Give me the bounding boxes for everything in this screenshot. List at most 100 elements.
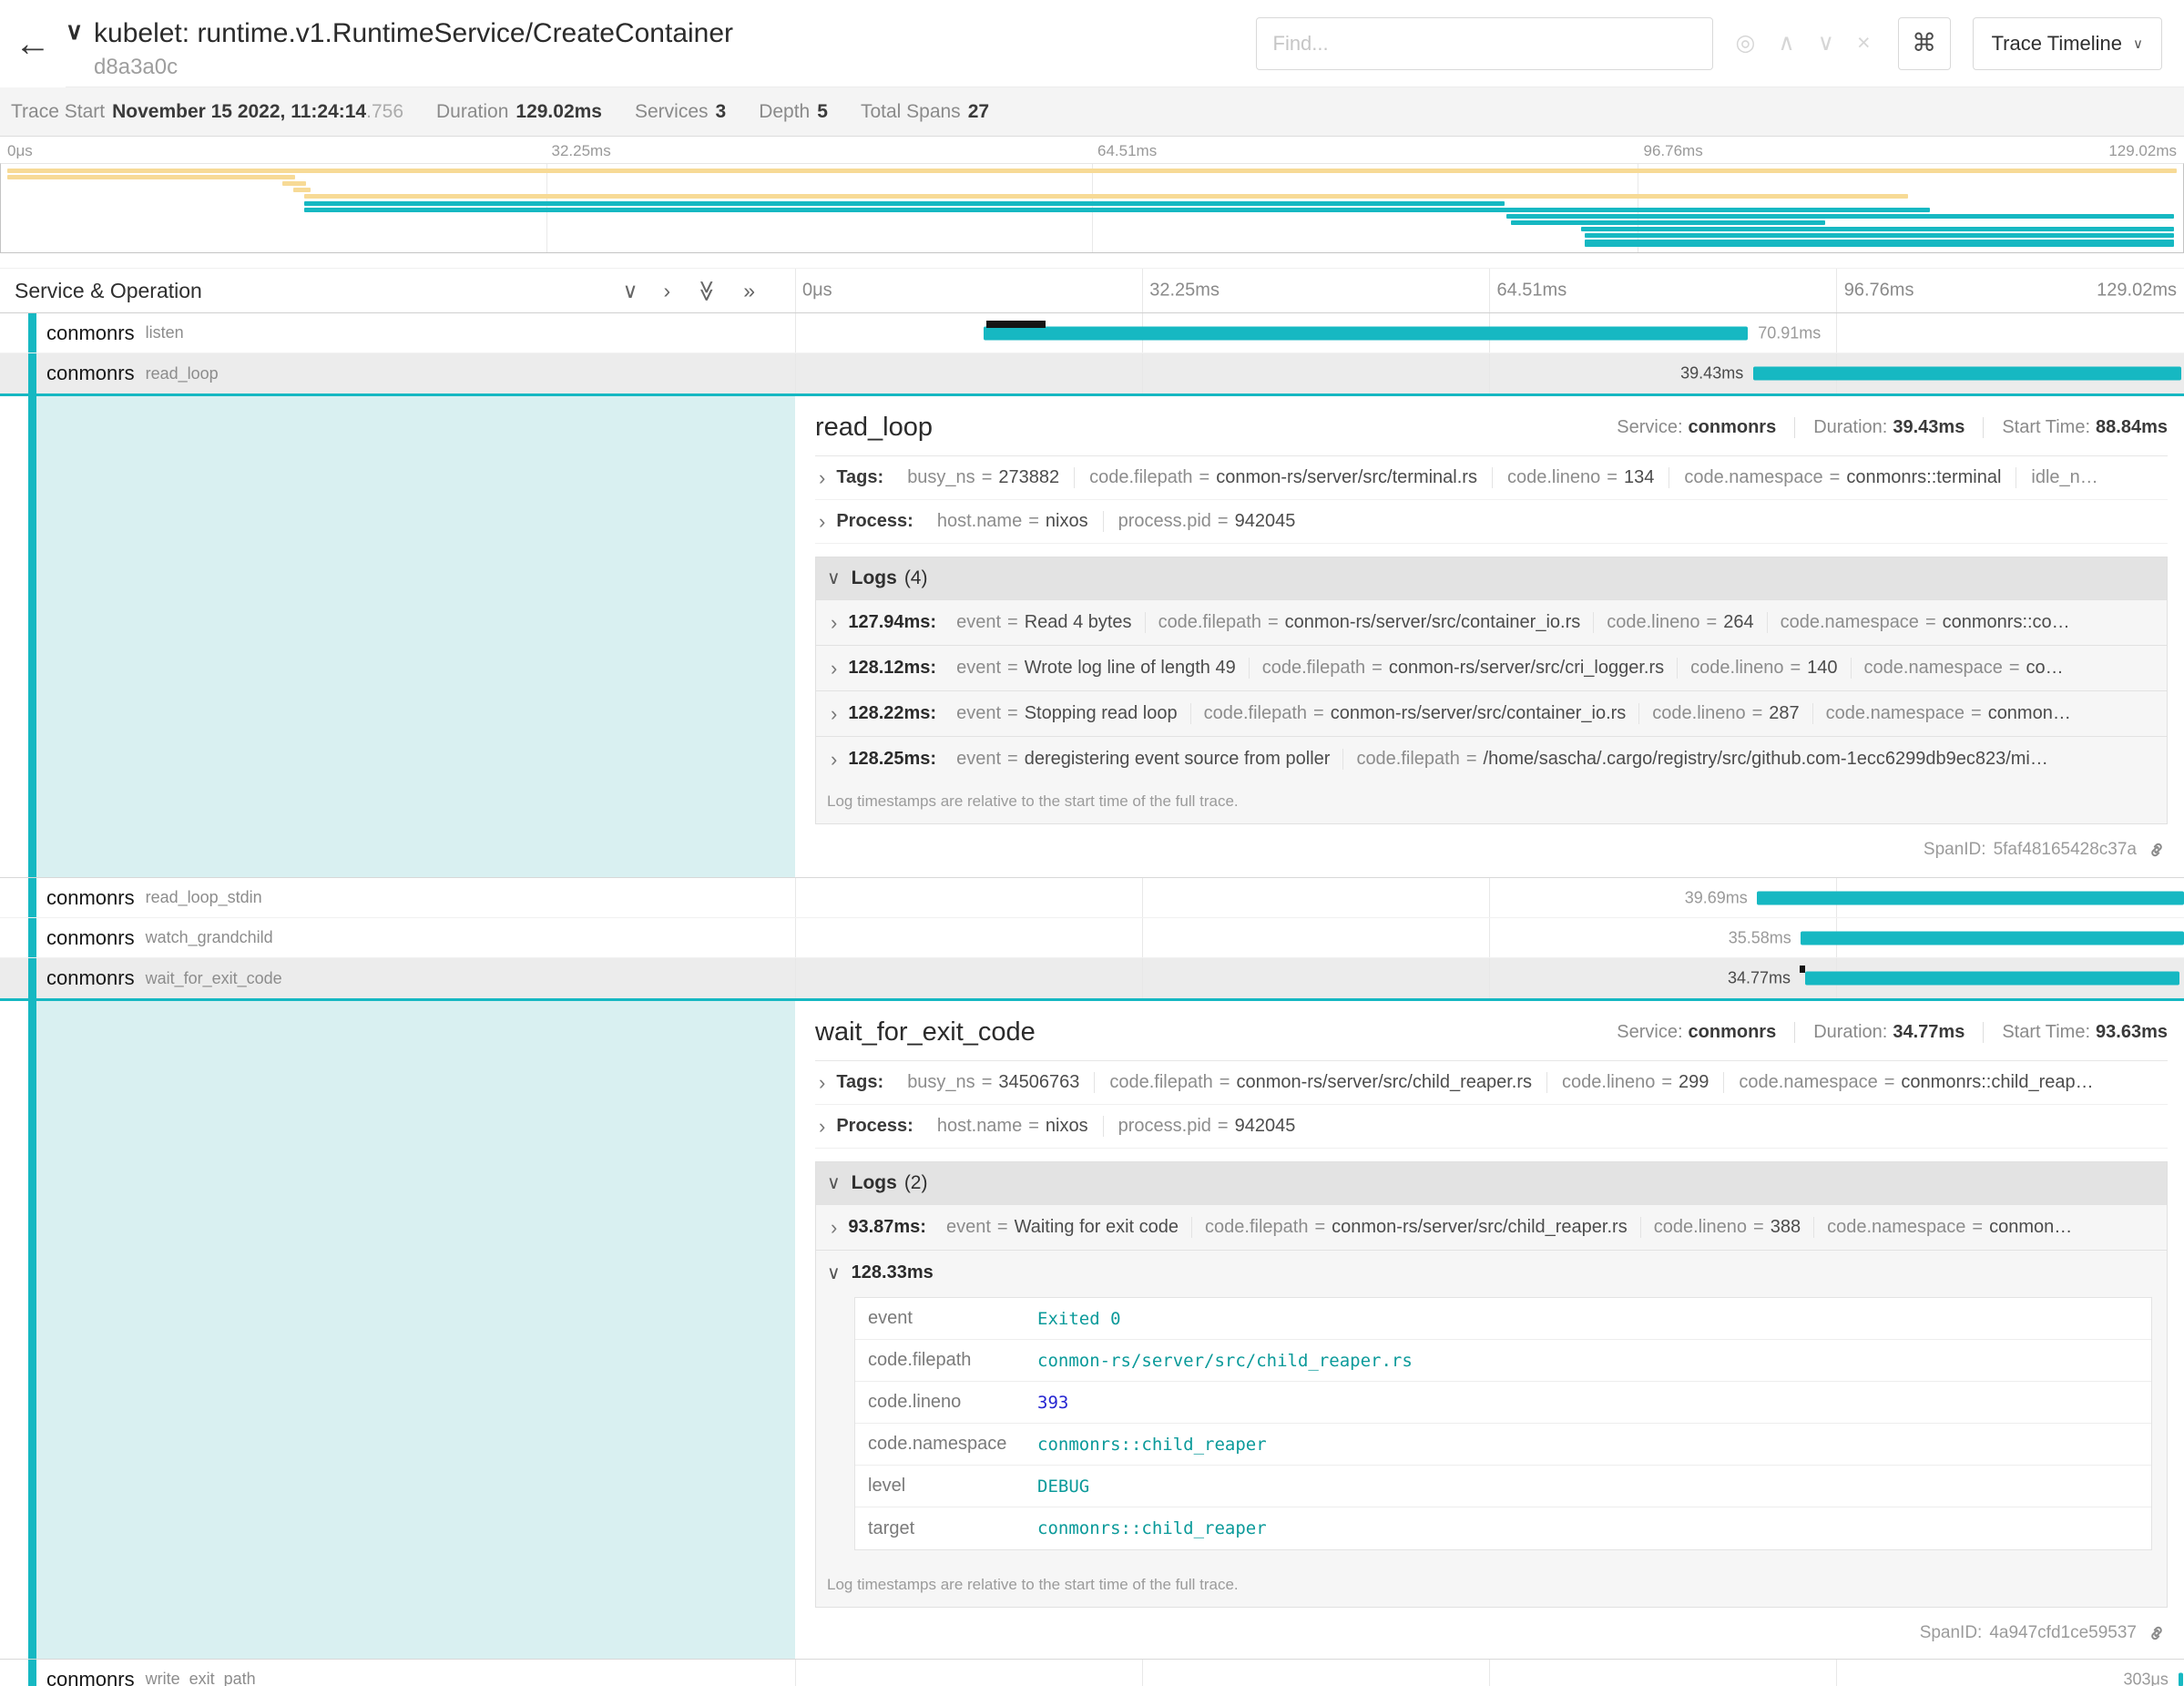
tag-key: busy_ns <box>907 467 975 488</box>
span-row-write-exit-path[interactable]: conmonrs write_exit_path 303μs <box>0 1660 2184 1686</box>
equals-sign: = <box>1972 1217 1983 1238</box>
process-label: Process: <box>836 1116 913 1137</box>
field-key: code.namespace <box>1827 1217 1965 1238</box>
span-timeline-cell[interactable]: 35.58ms <box>795 918 2184 957</box>
collapse-all-icon[interactable]: ≫ <box>697 280 718 301</box>
trace-summary-bar: Trace StartNovember 15 2022, 11:24:14.75… <box>0 87 2184 137</box>
field-key: code.lineno <box>855 1392 1037 1413</box>
tag-pair: code.namespace=conmonrs::child_reap… <box>1723 1072 2107 1093</box>
span-bar[interactable] <box>1805 972 2180 986</box>
logs-count: (4) <box>904 567 928 589</box>
find-input[interactable] <box>1256 17 1713 70</box>
log-field: code.lineno=140 <box>1677 658 1850 679</box>
span-name-cell[interactable]: conmonrs listen <box>0 313 795 353</box>
span-bar[interactable] <box>1757 891 2184 904</box>
span-timeline-cell[interactable]: 70.91ms <box>795 313 2184 353</box>
span-row-read-loop[interactable]: conmonrs read_loop 39.43ms <box>0 353 2184 396</box>
span-row-read-loop-stdin[interactable]: conmonrs read_loop_stdin 39.69ms <box>0 878 2184 918</box>
back-button[interactable]: ← <box>0 0 66 87</box>
span-timeline-cell[interactable]: 39.69ms <box>795 878 2184 917</box>
process-row[interactable]: › Process: host.name=nixos process.pid=9… <box>815 500 2168 544</box>
minimap-span-segment <box>7 169 2177 173</box>
span-duration-label: 303μs <box>2123 1670 2168 1686</box>
span-row-wait-for-exit-code[interactable]: conmonrs wait_for_exit_code 34.77ms <box>0 958 2184 1001</box>
field-value: conmon-rs/server/src/container_io.rs <box>1285 612 1581 633</box>
span-name-cell[interactable]: conmonrs read_loop_stdin <box>0 878 795 917</box>
focus-results-icon[interactable]: ◎ <box>1736 32 1756 55</box>
tags-row[interactable]: › Tags: busy_ns=34506763 code.filepath=c… <box>815 1061 2168 1105</box>
span-id-label: SpanID: <box>1924 840 1986 860</box>
field-value: conmonrs::child_reaper <box>1037 1518 2151 1538</box>
span-indent-guide <box>28 958 36 998</box>
tag-value: conmonrs::terminal <box>1846 467 2001 488</box>
expand-one-icon[interactable]: › <box>663 281 670 301</box>
next-result-icon[interactable]: ∨ <box>1818 32 1834 55</box>
span-bar[interactable] <box>1753 367 2181 381</box>
detail-duration: Duration:39.43ms <box>1794 417 1965 438</box>
service-operation-header-cell: Service & Operation ∨ › ≫ » <box>0 269 795 312</box>
collapse-one-icon[interactable]: ∨ <box>623 281 638 301</box>
equals-sign: = <box>1971 703 1982 724</box>
minimap-span-segment <box>7 175 295 179</box>
log-entry[interactable]: › 127.94ms: event=Read 4 bytes code.file… <box>816 599 2167 645</box>
log-entry-expanded-header[interactable]: ∨ 128.33ms <box>816 1250 2167 1295</box>
log-entry[interactable]: › 128.25ms: event=deregistering event so… <box>816 736 2167 782</box>
span-timeline-cell[interactable]: 34.77ms <box>795 958 2184 998</box>
minimap-canvas[interactable] <box>0 163 2184 253</box>
log-entry[interactable]: › 93.87ms: event=Waiting for exit code c… <box>816 1204 2167 1250</box>
span-id-row: SpanID: 4a947cfd1ce59537 <box>815 1622 2168 1644</box>
span-name-cell[interactable]: conmonrs wait_for_exit_code <box>0 958 795 998</box>
field-key: code.lineno <box>1652 703 1745 724</box>
process-row[interactable]: › Process: host.name=nixos process.pid=9… <box>815 1105 2168 1149</box>
clear-search-icon[interactable]: × <box>1857 32 1871 55</box>
span-timeline-cell[interactable]: 303μs <box>795 1660 2184 1686</box>
logs-header[interactable]: ∨ Logs (2) <box>816 1162 2167 1204</box>
field-value: 287 <box>1769 703 1799 724</box>
prev-result-icon[interactable]: ∧ <box>1778 32 1794 55</box>
operation-name: watch_grandchild <box>146 928 273 947</box>
service-name: conmonrs <box>46 886 135 910</box>
field-key: event <box>956 749 1001 770</box>
span-name-cell[interactable]: conmonrs read_loop <box>0 353 795 393</box>
collapse-trace-header-icon[interactable]: ∨ <box>66 17 83 46</box>
keyboard-shortcuts-button[interactable]: ⌘ <box>1898 17 1951 70</box>
minimap-tick: 64.51ms <box>1097 142 1157 160</box>
link-icon[interactable] <box>2146 839 2168 861</box>
span-detail-read-loop: read_loop Service:conmonrs Duration:39.4… <box>0 396 2184 878</box>
log-field: event=Stopping read loop <box>944 703 1190 724</box>
view-selector-button[interactable]: Trace Timeline ∨ <box>1973 17 2162 70</box>
span-name-cell[interactable]: conmonrs write_exit_path <box>0 1660 795 1686</box>
detail-content: wait_for_exit_code Service:conmonrs Dura… <box>795 1001 2184 1659</box>
log-entry[interactable]: › 128.22ms: event=Stopping read loop cod… <box>816 690 2167 736</box>
logs-header[interactable]: ∨ Logs (4) <box>816 557 2167 599</box>
log-timestamp: 128.22ms: <box>848 703 936 724</box>
span-bar[interactable] <box>1801 931 2184 945</box>
tags-row[interactable]: › Tags: busy_ns=273882 code.filepath=con… <box>815 456 2168 500</box>
span-row-listen[interactable]: conmonrs listen 70.91ms <box>0 313 2184 353</box>
span-row-watch-grandchild[interactable]: conmonrs watch_grandchild 35.58ms <box>0 918 2184 958</box>
log-field: code.filepath=/home/sascha/.cargo/regist… <box>1342 749 2060 770</box>
tag-pair: busy_ns=34506763 <box>893 1072 1094 1093</box>
timeline-minimap: 0μs 32.25ms 64.51ms 96.76ms 129.02ms <box>0 137 2184 253</box>
equals-sign: = <box>997 1217 1008 1238</box>
span-bar[interactable] <box>2179 1672 2183 1686</box>
log-entry[interactable]: › 128.12ms: event=Wrote log line of leng… <box>816 645 2167 690</box>
field-key: code.lineno <box>1654 1217 1747 1238</box>
equals-sign: = <box>1220 1072 1230 1093</box>
link-icon[interactable] <box>2146 1622 2168 1644</box>
field-key: event <box>946 1217 991 1238</box>
trace-timeline-view: ← ∨ kubelet: runtime.v1.RuntimeService/C… <box>0 0 2184 1686</box>
equals-sign: = <box>1607 467 1618 488</box>
tag-pair: host.name=nixos <box>923 511 1103 532</box>
span-indent-guide <box>28 918 36 957</box>
tag-pair: code.filepath=conmon-rs/server/src/child… <box>1094 1072 1546 1093</box>
span-name-cell[interactable]: conmonrs watch_grandchild <box>0 918 795 957</box>
field-value: Stopping read loop <box>1025 703 1178 724</box>
service-name: conmonrs <box>46 926 135 950</box>
span-bar[interactable] <box>984 326 1748 340</box>
tag-pair: code.namespace=conmonrs::terminal <box>1669 467 2016 488</box>
span-timeline-cell[interactable]: 39.43ms <box>795 353 2184 393</box>
minimap-span-segment <box>1585 233 2174 238</box>
equals-sign: = <box>2009 658 2020 679</box>
expand-all-icon[interactable]: » <box>743 281 755 301</box>
